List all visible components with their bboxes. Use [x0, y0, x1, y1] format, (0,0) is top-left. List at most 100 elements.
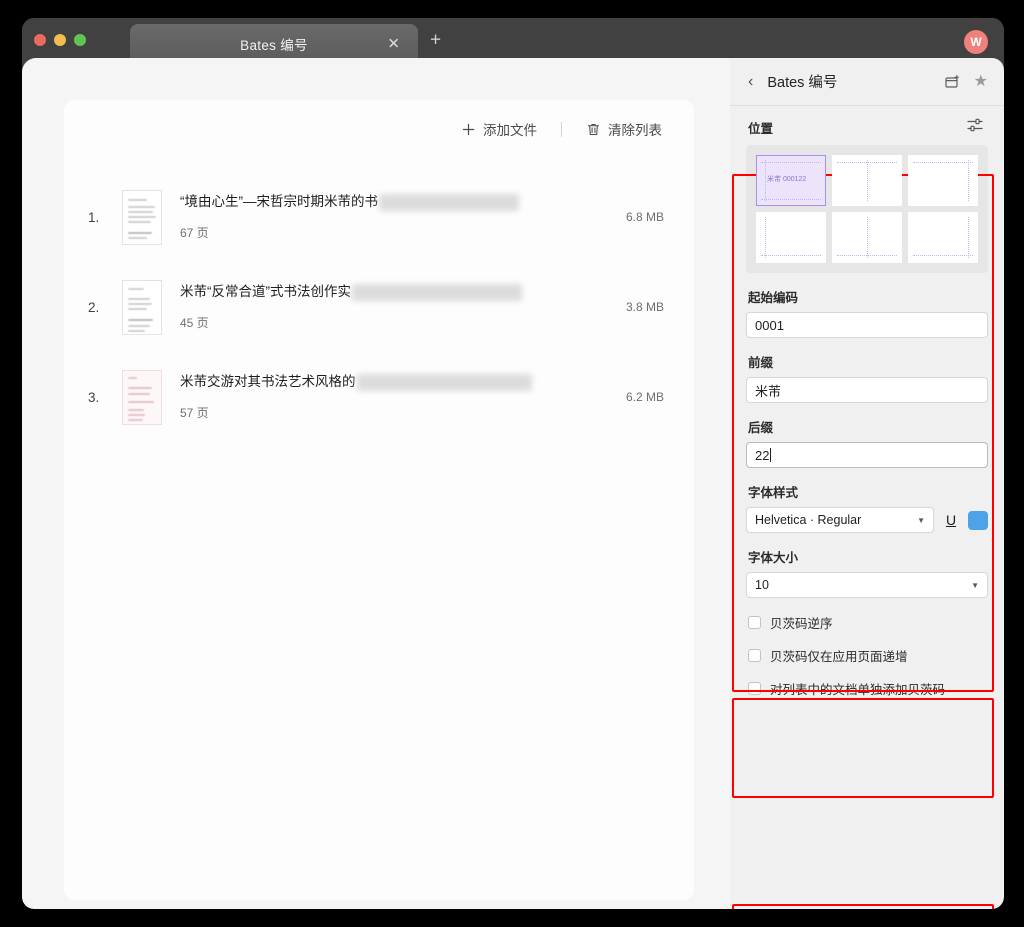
- clear-list-button[interactable]: 清除列表: [576, 114, 672, 144]
- panel-header: ‹ Bates 编号 ★: [730, 58, 1004, 106]
- traffic-lights: [34, 34, 86, 46]
- suffix-value: 22: [755, 447, 770, 463]
- checkbox-reverse-bates[interactable]: 贝茨码逆序: [730, 606, 1004, 639]
- redacted-title-block: [356, 374, 532, 392]
- chevron-down-icon: ▼: [917, 515, 925, 525]
- avatar-initial: W: [970, 35, 982, 49]
- position-cell-top-left[interactable]: 米芾 000122: [756, 155, 826, 206]
- checkbox-label: 贝茨码仅在应用页面递增: [770, 650, 908, 664]
- new-window-icon[interactable]: [944, 74, 960, 90]
- document-size: 6.2 MB: [625, 390, 664, 404]
- table-row[interactable]: 3. 米芾交游对其书法艺术风格的 57 页 6.2 MB: [64, 352, 694, 442]
- position-cell-top-right[interactable]: [908, 155, 978, 206]
- checkbox-box[interactable]: [748, 649, 761, 662]
- underline-button[interactable]: U: [942, 513, 960, 527]
- position-settings-icon[interactable]: [967, 118, 984, 137]
- minimize-window-button[interactable]: [54, 34, 66, 46]
- text-cursor: [770, 448, 772, 462]
- checkbox-separate-bates-per-document[interactable]: 对列表中的文档单独添加贝茨码: [730, 672, 1004, 705]
- checkbox-increment-applied-pages-only[interactable]: 贝茨码仅在应用页面递增: [730, 639, 1004, 672]
- app-body: 添加文件 清除列表 1. “境由心生”—宋哲宗时期米芾的书 67 页 6.8 M…: [22, 58, 1004, 909]
- document-meta: “境由心生”—宋哲宗时期米芾的书 67 页: [180, 194, 592, 241]
- position-grid: 米芾 000122: [746, 145, 988, 273]
- position-section-header: 位置: [730, 106, 1004, 145]
- toolbar-divider: [561, 121, 562, 137]
- row-index: 3.: [88, 389, 100, 405]
- bates-panel: ‹ Bates 编号 ★ 位置 米芾 000122 起始编码 0001 前缀 米…: [730, 58, 1004, 909]
- close-tab-icon[interactable]: ✕: [387, 37, 400, 52]
- apply-button-highlight: [732, 904, 994, 909]
- row-index: 1.: [88, 209, 100, 225]
- document-pane: 添加文件 清除列表 1. “境由心生”—宋哲宗时期米芾的书 67 页 6.8 M…: [22, 58, 730, 909]
- font-family-value: Helvetica · Regular: [755, 513, 862, 527]
- document-title: 米芾“反常合道”式书法创作实: [180, 284, 351, 300]
- suffix-label: 后缀: [748, 421, 774, 435]
- font-color-swatch[interactable]: [968, 510, 988, 530]
- font-style-label: 字体样式: [748, 486, 799, 500]
- maximize-window-button[interactable]: [74, 34, 86, 46]
- row-index: 2.: [88, 299, 100, 315]
- plus-icon: [462, 123, 475, 135]
- prefix-input[interactable]: 米芾: [746, 377, 988, 403]
- document-title-row: 米芾交游对其书法艺术风格的: [180, 374, 532, 392]
- clear-list-label: 清除列表: [608, 123, 662, 138]
- font-size-label: 字体大小: [748, 551, 799, 565]
- font-size-select[interactable]: 10 ▼: [746, 572, 988, 598]
- document-title: “境由心生”—宋哲宗时期米芾的书: [180, 194, 378, 210]
- prefix-value: 米芾: [755, 383, 782, 399]
- table-row[interactable]: 1. “境由心生”—宋哲宗时期米芾的书 67 页 6.8 MB: [64, 172, 694, 262]
- position-cell-bottom-center[interactable]: [832, 212, 902, 263]
- options-section-highlight: [732, 698, 994, 798]
- suffix-input[interactable]: 22: [746, 442, 988, 468]
- start-number-value: 0001: [755, 317, 784, 333]
- chevron-down-icon: ▼: [971, 580, 979, 590]
- document-thumbnail: [122, 279, 162, 335]
- document-meta: 米芾“反常合道”式书法创作实 45 页: [180, 284, 592, 331]
- options-checkbox-list: 贝茨码逆序 贝茨码仅在应用页面递增 对列表中的文档单独添加贝茨码: [730, 606, 1004, 705]
- page-title: Bates 编号: [767, 75, 838, 91]
- position-cell-bottom-left[interactable]: [756, 212, 826, 263]
- position-cell-top-center[interactable]: [832, 155, 902, 206]
- document-page-count: 67 页: [180, 225, 209, 240]
- checkbox-label: 对列表中的文档单独添加贝茨码: [770, 683, 946, 697]
- document-size: 6.8 MB: [625, 210, 664, 224]
- back-icon[interactable]: ‹: [748, 73, 753, 90]
- document-page-count: 57 页: [180, 405, 209, 420]
- tab-title: Bates 编号: [240, 38, 308, 53]
- new-tab-icon[interactable]: +: [430, 31, 441, 50]
- document-thumbnail: [122, 369, 162, 425]
- document-list: 1. “境由心生”—宋哲宗时期米芾的书 67 页 6.8 MB 2. 米芾“反常…: [64, 172, 694, 442]
- position-preview-text: 米芾 000122: [767, 176, 807, 183]
- font-style-row: Helvetica · Regular ▼ U: [746, 507, 988, 533]
- font-size-value: 10: [755, 578, 769, 592]
- app-window: Bates 编号 ✕ + W 添加文件 清除列表 1. “境由心生”—宋哲宗时期…: [22, 18, 1004, 909]
- add-file-button[interactable]: 添加文件: [451, 114, 547, 144]
- document-title: 米芾交游对其书法艺术风格的: [180, 374, 356, 390]
- document-card: 添加文件 清除列表 1. “境由心生”—宋哲宗时期米芾的书 67 页 6.8 M…: [64, 100, 694, 900]
- document-size: 3.8 MB: [625, 300, 664, 314]
- document-toolbar: 添加文件 清除列表: [451, 114, 672, 144]
- position-label: 位置: [748, 122, 774, 136]
- table-row[interactable]: 2. 米芾“反常合道”式书法创作实 45 页 3.8 MB: [64, 262, 694, 352]
- position-cell-bottom-right[interactable]: [908, 212, 978, 263]
- checkbox-box[interactable]: [748, 682, 761, 695]
- redacted-title-block: [352, 284, 522, 302]
- start-number-label: 起始编码: [748, 291, 799, 305]
- checkbox-box[interactable]: [748, 616, 761, 629]
- start-number-input[interactable]: 0001: [746, 312, 988, 338]
- checkbox-label: 贝茨码逆序: [770, 617, 833, 631]
- favorite-star-icon[interactable]: ★: [974, 73, 988, 90]
- prefix-label: 前缀: [748, 356, 774, 370]
- document-title-row: 米芾“反常合道”式书法创作实: [180, 284, 522, 302]
- redacted-title-block: [379, 194, 519, 212]
- trash-icon: [587, 123, 600, 135]
- avatar[interactable]: W: [964, 30, 988, 54]
- document-title-row: “境由心生”—宋哲宗时期米芾的书: [180, 194, 519, 212]
- font-family-select[interactable]: Helvetica · Regular ▼: [746, 507, 934, 533]
- document-page-count: 45 页: [180, 315, 209, 330]
- add-file-label: 添加文件: [483, 123, 537, 138]
- document-meta: 米芾交游对其书法艺术风格的 57 页: [180, 374, 592, 421]
- panel-sections: 位置 米芾 000122 起始编码 0001 前缀 米芾 后缀 22 字体样式 …: [730, 106, 1004, 909]
- close-window-button[interactable]: [34, 34, 46, 46]
- document-thumbnail: [122, 189, 162, 245]
